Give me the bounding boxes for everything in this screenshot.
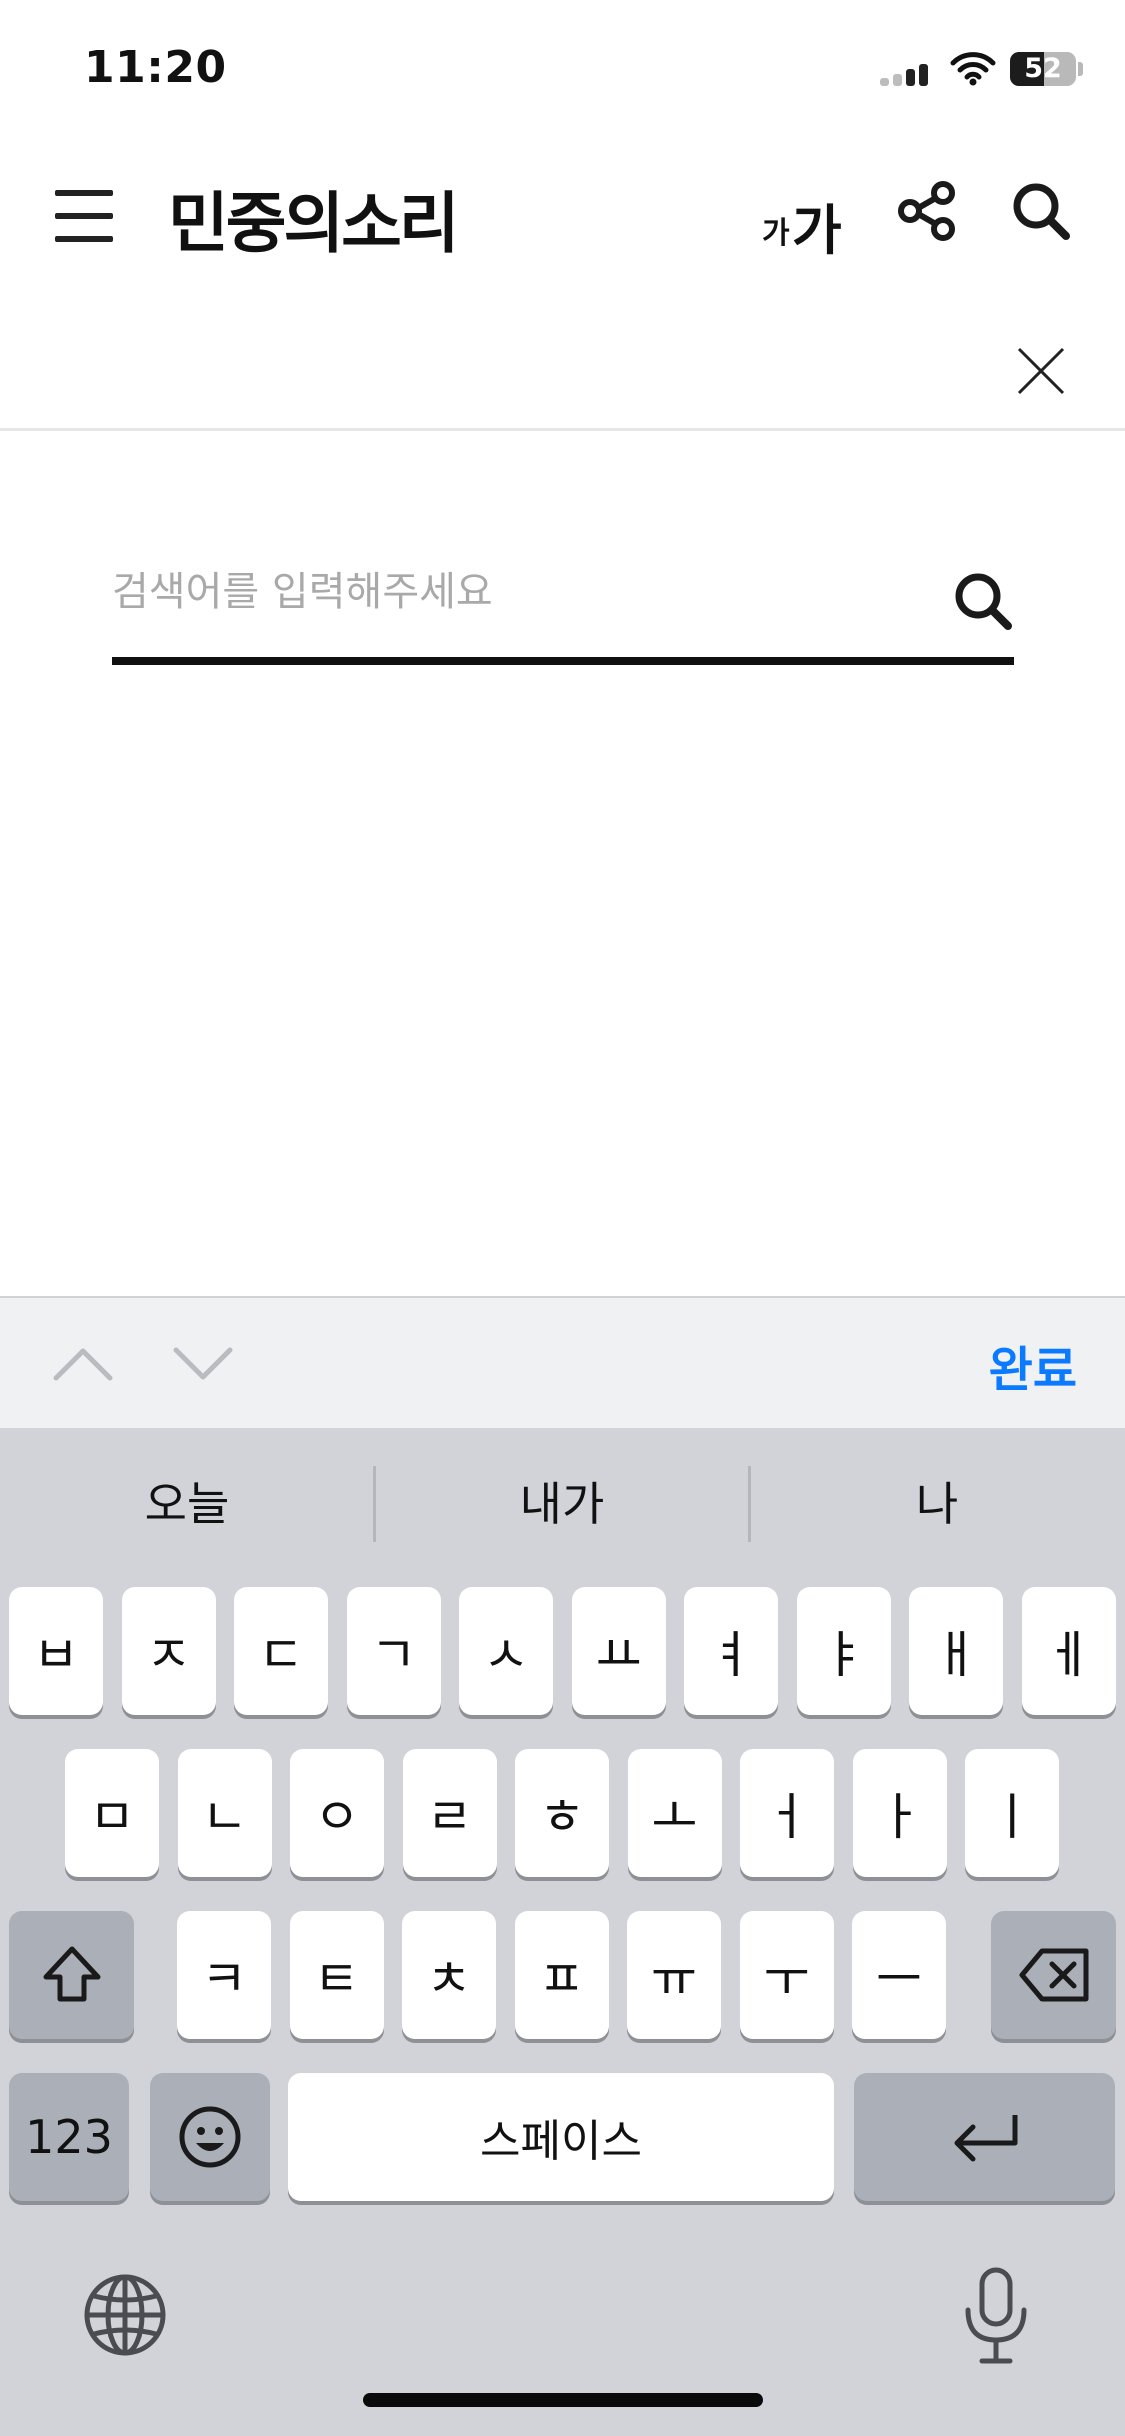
key-ㅋ[interactable]: ㅋ — [177, 1911, 271, 2039]
key-ㅓ[interactable]: ㅓ — [740, 1749, 834, 1877]
backspace-icon — [1019, 1948, 1088, 2002]
key-ㅕ[interactable]: ㅕ — [684, 1587, 778, 1715]
space-key[interactable]: 스페이스 — [288, 2073, 834, 2201]
return-icon — [954, 2115, 1017, 2162]
chevron-up-icon[interactable] — [50, 1338, 116, 1388]
emoji-key[interactable] — [150, 2073, 270, 2201]
microphone-icon[interactable] — [960, 2266, 1032, 2366]
key-ㅛ[interactable]: ㅛ — [571, 1587, 666, 1715]
key-ㅊ[interactable]: ㅊ — [402, 1911, 496, 2039]
key-ㅈ[interactable]: ㅈ — [121, 1587, 216, 1715]
search-underline — [112, 657, 1014, 665]
key-ㅁ[interactable]: ㅁ — [65, 1749, 159, 1877]
key-ㅑ[interactable]: ㅑ — [796, 1587, 891, 1715]
keyboard-accessory-bar: 완료 — [0, 1296, 1125, 1428]
key-ㄹ[interactable]: ㄹ — [402, 1749, 497, 1877]
key-ㅡ[interactable]: ㅡ — [852, 1911, 946, 2039]
site-logo[interactable]: 민중의소리 — [168, 170, 460, 266]
battery-level: 52 — [1024, 53, 1062, 84]
font-size-button[interactable]: 가 가 — [762, 174, 854, 262]
key-ㄴ[interactable]: ㄴ — [177, 1749, 272, 1877]
wifi-icon — [950, 52, 996, 86]
key-ㅅ[interactable]: ㅅ — [459, 1587, 553, 1715]
prediction-1[interactable]: 오늘 — [0, 1468, 374, 1534]
prediction-2[interactable]: 내가 — [375, 1468, 749, 1534]
key-ㅗ[interactable]: ㅗ — [627, 1749, 722, 1877]
key-ㄷ[interactable]: ㄷ — [234, 1587, 328, 1715]
close-icon[interactable] — [1015, 345, 1067, 397]
cellular-signal-icon — [880, 62, 932, 86]
key-ㅣ[interactable]: ㅣ — [965, 1749, 1059, 1877]
status-time: 11:20 — [84, 42, 227, 93]
status-bar: 11:20 52 — [0, 0, 1125, 140]
key-ㅂ[interactable]: ㅂ — [9, 1587, 103, 1715]
key-ㄱ[interactable]: ㄱ — [346, 1587, 441, 1715]
app-header: 민중의소리 가 가 — [0, 150, 1125, 270]
globe-icon[interactable] — [82, 2272, 168, 2358]
shift-key[interactable] — [9, 1911, 134, 2039]
key-ㅔ[interactable]: ㅔ — [1021, 1587, 1116, 1715]
key-ㅌ[interactable]: ㅌ — [289, 1911, 384, 2039]
key-ㅏ[interactable]: ㅏ — [852, 1749, 947, 1877]
battery-indicator: 52 — [1010, 52, 1076, 86]
return-key[interactable] — [854, 2073, 1115, 2201]
emoji-icon — [179, 2106, 241, 2168]
panel-divider — [0, 428, 1125, 431]
key-ㅍ[interactable]: ㅍ — [514, 1911, 609, 2039]
key-ㅜ[interactable]: ㅜ — [739, 1911, 834, 2039]
backspace-key[interactable] — [991, 1911, 1116, 2039]
chevron-down-icon[interactable] — [170, 1338, 236, 1388]
search-submit-icon[interactable] — [952, 570, 1014, 632]
shift-icon — [43, 1946, 100, 2002]
key-ㅇ[interactable]: ㅇ — [290, 1749, 384, 1877]
font-size-large-label: 가 — [792, 199, 842, 262]
key-ㅐ[interactable]: ㅐ — [909, 1587, 1003, 1715]
battery-cap — [1078, 62, 1083, 76]
search-box — [112, 540, 1014, 665]
hamburger-menu-icon[interactable] — [55, 190, 113, 242]
prediction-3[interactable]: 나 — [750, 1468, 1124, 1534]
search-icon[interactable] — [1010, 180, 1072, 242]
predictive-bar: 오늘 내가 나 — [0, 1428, 1125, 1578]
done-button[interactable]: 완료 — [989, 1330, 1077, 1400]
share-icon[interactable] — [896, 180, 958, 242]
home-indicator — [363, 2393, 763, 2407]
search-input[interactable] — [112, 540, 932, 644]
numbers-key[interactable]: 123 — [9, 2073, 129, 2201]
keyboard: 오늘 내가 나 ㅂㅈㄷㄱㅅㅛㅕㅑㅐㅔㅁㄴㅇㄹㅎㅗㅓㅏㅣㅋㅌㅊㅍㅠㅜㅡ 123 스페이… — [0, 1428, 1125, 2436]
font-size-small-label: 가 — [762, 216, 790, 251]
key-ㅎ[interactable]: ㅎ — [515, 1749, 609, 1877]
key-ㅠ[interactable]: ㅠ — [627, 1911, 721, 2039]
